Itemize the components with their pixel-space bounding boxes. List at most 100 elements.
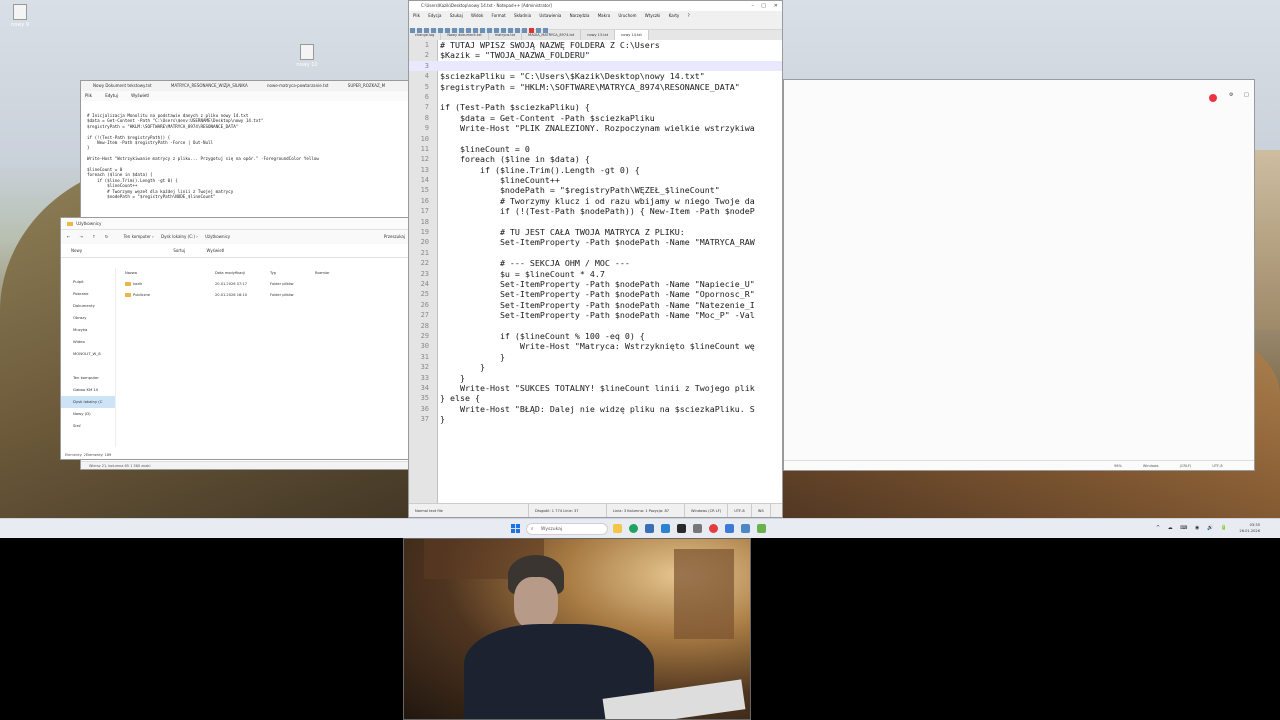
system-tray-icons[interactable]: ^ ☁ ⌨ ◉ 🔊 🔋 bbox=[1156, 525, 1230, 531]
menu-item[interactable]: Karty bbox=[669, 13, 680, 18]
explorer-address-bar[interactable]: ← → ↑ ↻ Ten komputer › Dysk lokalny (C:)… bbox=[61, 230, 409, 244]
code-line[interactable]: 28 bbox=[409, 321, 782, 331]
sidebar-item[interactable]: Pobrane bbox=[61, 288, 115, 300]
code-line[interactable]: 16 # Tworzymy klucz i od razu wbijamy w … bbox=[409, 196, 782, 206]
menu-item[interactable]: Wtyczki bbox=[645, 13, 661, 18]
column-name[interactable]: Nazwa bbox=[125, 268, 215, 279]
notepad-tab[interactable]: MATRYCA_RESONANCE_WIZJA_SILNIKA bbox=[171, 83, 248, 88]
replace-icon[interactable] bbox=[494, 27, 499, 33]
code-line[interactable]: 29 if ($lineCount % 100 -eq 0) { bbox=[409, 331, 782, 341]
terminal-icon[interactable] bbox=[677, 524, 686, 533]
zoom-out-icon[interactable] bbox=[508, 27, 513, 33]
menu-item[interactable]: Makra bbox=[598, 13, 610, 18]
menu-item[interactable]: Ustawienia bbox=[539, 13, 561, 18]
menu-file[interactable]: Plik bbox=[85, 93, 92, 98]
close-icon[interactable]: ✕ bbox=[774, 1, 778, 11]
code-line[interactable]: 5 $registryPath = "HKLM:\SOFTWARE\MATRYCA… bbox=[409, 82, 782, 92]
code-line[interactable]: 11 $lineCount = 0 bbox=[409, 144, 782, 154]
refresh-icon[interactable]: ↻ bbox=[105, 234, 108, 239]
settings-icon[interactable]: ⚙ bbox=[1229, 92, 1233, 98]
file-tab-active[interactable]: nowy 14.txt bbox=[615, 30, 649, 40]
code-line[interactable]: 14 $lineCount++ bbox=[409, 175, 782, 185]
right-window[interactable]: ⚙ □ 96% Windows (CRLF) UTF-8 bbox=[783, 79, 1255, 471]
profile-icon[interactable] bbox=[1209, 94, 1217, 102]
menu-item[interactable]: Widok bbox=[471, 13, 483, 18]
sidebar-item[interactable]: Dysk lokalny (C bbox=[61, 396, 115, 408]
code-area[interactable]: 1 # TUTAJ WPISZ SWOJĄ NAZWĘ FOLDERA Z C:\… bbox=[409, 40, 782, 503]
column-date[interactable]: Data modyfikacji bbox=[215, 268, 270, 279]
code-line[interactable]: 6 bbox=[409, 92, 782, 102]
desktop-icon-nowy9[interactable]: nowy 9 bbox=[0, 4, 40, 28]
close-file-icon[interactable] bbox=[438, 27, 443, 33]
find-icon[interactable] bbox=[487, 27, 492, 33]
sidebar-item[interactable]: Pulpit bbox=[61, 276, 115, 288]
maximize-icon[interactable]: □ bbox=[761, 1, 766, 11]
code-line[interactable]: 25 Set-ItemProperty -Path $nodePath -Nam… bbox=[409, 289, 782, 299]
code-line[interactable]: 23 $u = $lineCount * 4.7 bbox=[409, 269, 782, 279]
npp-editor[interactable]: 1 # TUTAJ WPISZ SWOJĄ NAZWĘ FOLDERA Z C:\… bbox=[409, 40, 782, 503]
minimize-icon[interactable]: – bbox=[752, 1, 755, 11]
paste-icon[interactable] bbox=[466, 27, 471, 33]
breadcrumb[interactable]: Dysk lokalny (C:) bbox=[161, 234, 195, 239]
code-line[interactable]: 12 foreach ($line in $data) { bbox=[409, 154, 782, 164]
notepadpp-window[interactable]: C:\Users\Kazik\Desktop\nowy 14.txt - Not… bbox=[408, 0, 783, 518]
redo-icon[interactable] bbox=[480, 27, 485, 33]
macro-play-icon[interactable] bbox=[543, 27, 548, 33]
explorer-search[interactable]: Przeszukaj bbox=[384, 230, 405, 244]
code-line[interactable]: 27 Set-ItemProperty -Path $nodePath -Nam… bbox=[409, 310, 782, 320]
macro-stop-icon[interactable] bbox=[536, 27, 541, 33]
menu-view[interactable]: Wyświetl bbox=[131, 93, 149, 98]
code-line[interactable]: 2 $Kazik = "TWOJA_NAZWA_FOLDERU" bbox=[409, 50, 782, 60]
code-line[interactable]: 10 bbox=[409, 134, 782, 144]
forward-icon[interactable]: → bbox=[80, 234, 83, 239]
code-line[interactable]: 7 if (Test-Path $sciezkaPliku) { bbox=[409, 102, 782, 112]
cut-icon[interactable] bbox=[452, 27, 457, 33]
view-button[interactable]: Wyświetl bbox=[207, 248, 225, 253]
notepad-tab[interactable]: Nowy Dokument tekstowy.txt bbox=[93, 83, 152, 88]
notepad-text[interactable]: # Inicjalizacja Monolitu na podstawie da… bbox=[81, 101, 409, 212]
menu-item[interactable]: Narzędzia bbox=[570, 13, 590, 18]
menu-item[interactable]: Składnia bbox=[514, 13, 531, 18]
code-line[interactable]: 24 Set-ItemProperty -Path $nodePath -Nam… bbox=[409, 279, 782, 289]
up-icon[interactable]: ↑ bbox=[92, 234, 95, 239]
code-line[interactable]: 22 # --- SEKCJA OHM / MOC --- bbox=[409, 258, 782, 268]
new-file-icon[interactable] bbox=[410, 27, 415, 33]
sidebar-item[interactable]: Obrazy bbox=[61, 312, 115, 324]
code-line[interactable]: 26 Set-ItemProperty -Path $nodePath -Nam… bbox=[409, 300, 782, 310]
word-icon[interactable] bbox=[741, 524, 750, 533]
code-line[interactable]: 33 } bbox=[409, 373, 782, 383]
code-line[interactable]: 31 } bbox=[409, 352, 782, 362]
sidebar-item[interactable]: Gaboo KM 10 bbox=[61, 384, 115, 396]
print-icon[interactable] bbox=[445, 27, 450, 33]
sidebar-item[interactable]: MONOLIT_W_8 bbox=[61, 348, 115, 360]
sort-button[interactable]: Sortuj bbox=[173, 248, 185, 253]
code-line[interactable]: 13 if ($line.Trim().Length -gt 0) { bbox=[409, 165, 782, 175]
mail-icon[interactable] bbox=[661, 524, 670, 533]
windows-start-icon[interactable] bbox=[511, 524, 520, 533]
code-line[interactable]: 4 $sciezkaPliku = "C:\Users\$Kazik\Deskto… bbox=[409, 71, 782, 81]
code-line[interactable]: 20 Set-ItemProperty -Path $nodePath -Nam… bbox=[409, 237, 782, 247]
code-line[interactable]: 19 # TU JEST CAŁA TWOJA MATRYCA Z PLIKU: bbox=[409, 227, 782, 237]
notepad-tab[interactable]: nowe-matryca-powtarzanie.txt bbox=[267, 83, 329, 88]
copy-icon[interactable] bbox=[459, 27, 464, 33]
edge-browser-icon[interactable] bbox=[629, 524, 638, 533]
indent-guide-icon[interactable] bbox=[522, 27, 527, 33]
macro-record-icon[interactable] bbox=[529, 27, 534, 33]
zoom-in-icon[interactable] bbox=[501, 27, 506, 33]
sidebar-item[interactable]: Muzyka bbox=[61, 324, 115, 336]
code-line[interactable]: 1 # TUTAJ WPISZ SWOJĄ NAZWĘ FOLDERA Z C:\… bbox=[409, 40, 782, 50]
wrap-icon[interactable] bbox=[515, 27, 520, 33]
back-icon[interactable]: ← bbox=[67, 234, 70, 239]
undo-icon[interactable] bbox=[473, 27, 478, 33]
taskbar-search[interactable]: ⌕ Wyszukaj bbox=[526, 523, 608, 535]
menu-item[interactable]: Format bbox=[492, 13, 506, 18]
save-all-icon[interactable] bbox=[431, 27, 436, 33]
new-button[interactable]: Nowy bbox=[71, 248, 82, 253]
code-line[interactable]: 35} else { bbox=[409, 393, 782, 403]
code-line[interactable]: 8 $data = Get-Content -Path $sciezkaPlik… bbox=[409, 113, 782, 123]
settings-app-icon[interactable] bbox=[693, 524, 702, 533]
notepad-app-icon[interactable] bbox=[725, 524, 734, 533]
menu-item[interactable]: ? bbox=[688, 13, 690, 18]
sidebar-item[interactable]: Wideo bbox=[61, 336, 115, 348]
code-line[interactable]: 37} bbox=[409, 414, 782, 424]
